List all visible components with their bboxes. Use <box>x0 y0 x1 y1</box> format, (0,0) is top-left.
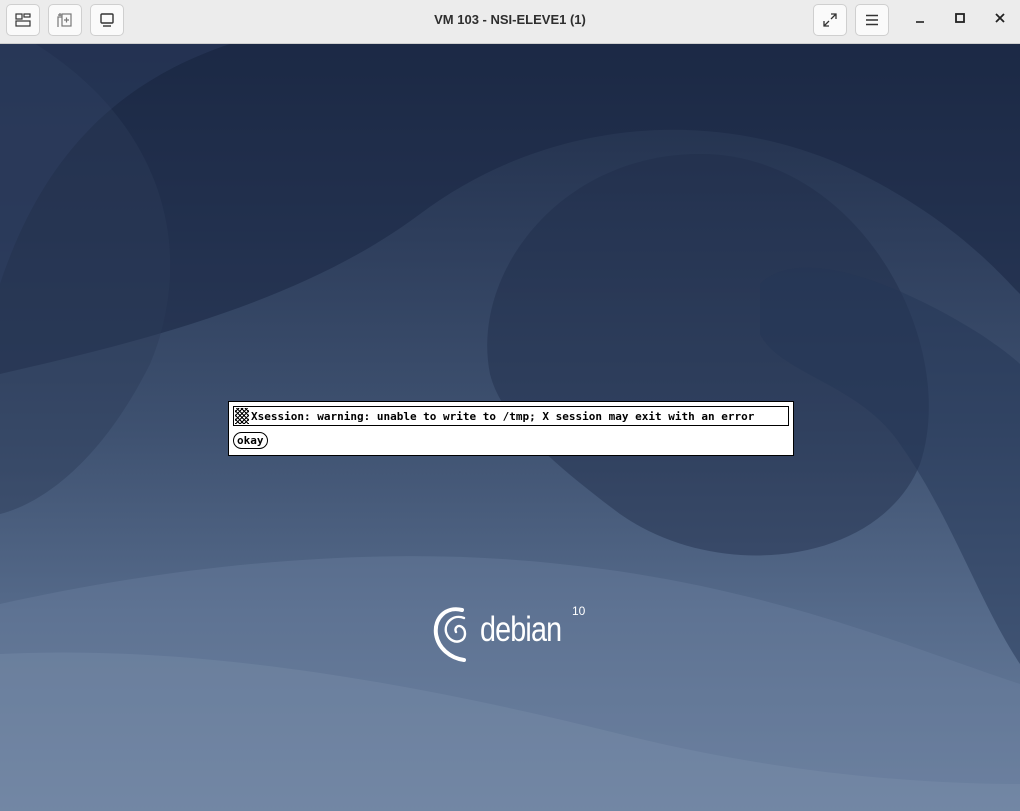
titlebar: VM 103 - NSI-ELEVE1 (1) <box>0 0 1020 44</box>
minimize-button[interactable] <box>907 8 933 32</box>
switch-view-icon <box>15 13 31 27</box>
warning-message: Xsession: warning: unable to write to /t… <box>251 409 755 423</box>
minimize-icon <box>914 11 926 29</box>
send-key-button[interactable] <box>48 4 82 36</box>
maximize-button[interactable] <box>947 8 973 32</box>
xmessage-dialog: Xsession: warning: unable to write to /t… <box>228 401 794 456</box>
display-icon <box>99 12 115 28</box>
scroll-grip-icon <box>235 408 249 424</box>
fullscreen-button[interactable] <box>813 4 847 36</box>
close-button[interactable] <box>987 8 1013 32</box>
desktop-background: debian 10 Xsession: warning: unable to w… <box>0 44 1020 811</box>
switch-view-button[interactable] <box>6 4 40 36</box>
window-title: VM 103 - NSI-ELEVE1 (1) <box>434 12 586 27</box>
display-button[interactable] <box>90 4 124 36</box>
close-icon <box>994 11 1006 29</box>
debian-version: 10 <box>572 604 586 618</box>
debian-wordmark: debian <box>480 610 562 649</box>
okay-button[interactable]: okay <box>233 432 268 449</box>
maximize-icon <box>954 11 966 29</box>
debian-logo: debian 10 <box>432 600 602 670</box>
fullscreen-icon <box>822 12 838 28</box>
menu-button[interactable] <box>855 4 889 36</box>
debian-swirl-icon <box>433 607 467 662</box>
menu-icon <box>865 14 879 26</box>
message-box: Xsession: warning: unable to write to /t… <box>233 406 789 426</box>
send-key-icon <box>56 11 74 29</box>
